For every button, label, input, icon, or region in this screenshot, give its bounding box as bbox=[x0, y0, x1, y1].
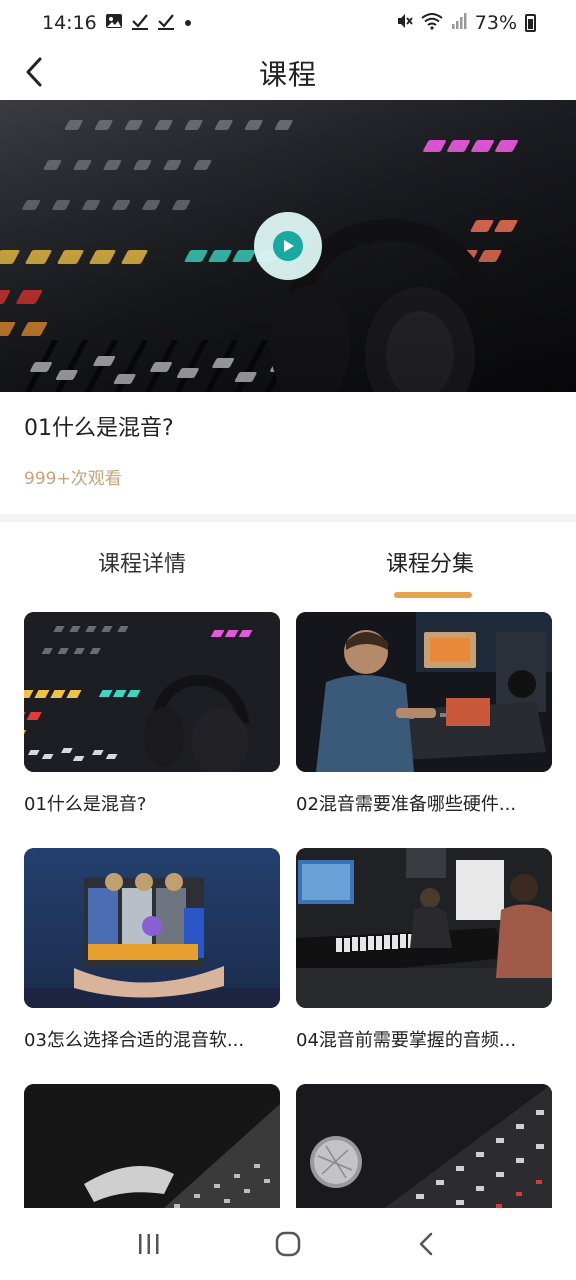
check-icon bbox=[131, 12, 149, 34]
episode-thumbnail bbox=[24, 612, 280, 772]
episode-title: 02混音需要准备哪些硬件... bbox=[296, 794, 517, 815]
home-button[interactable] bbox=[258, 1214, 318, 1274]
image-icon bbox=[105, 12, 123, 34]
home-icon bbox=[275, 1231, 301, 1257]
chevron-left-icon bbox=[26, 57, 42, 87]
play-button[interactable] bbox=[254, 212, 322, 280]
mute-icon bbox=[395, 12, 413, 34]
episode-card[interactable]: 03怎么选择合适的混音软... bbox=[24, 848, 280, 1052]
nav-back-button[interactable] bbox=[397, 1214, 457, 1274]
dot-icon bbox=[184, 20, 191, 26]
video-title: 01什么是混音? bbox=[24, 416, 174, 441]
episode-thumbnail bbox=[24, 848, 280, 1008]
episode-card[interactable]: 02混音需要准备哪些硬件... bbox=[296, 612, 552, 816]
tab-course-details[interactable]: 课程详情 bbox=[98, 546, 186, 578]
check-icon bbox=[157, 12, 175, 34]
wifi-icon bbox=[421, 12, 443, 34]
tab-course-episodes[interactable]: 课程分集 bbox=[386, 546, 474, 578]
status-bar: 14:16 73% bbox=[0, 0, 576, 46]
course-tabs: 课程详情 课程分集 bbox=[0, 540, 576, 600]
battery-percent: 73% bbox=[474, 12, 517, 34]
episode-title: 03怎么选择合适的混音软... bbox=[24, 1030, 245, 1051]
status-time: 14:16 bbox=[42, 12, 97, 34]
status-right: 73% bbox=[395, 12, 536, 34]
recents-button[interactable] bbox=[119, 1214, 179, 1274]
page-title: 课程 bbox=[258, 58, 317, 91]
view-count: 999+次观看 bbox=[24, 469, 122, 489]
play-icon bbox=[273, 231, 303, 261]
section-divider bbox=[0, 514, 576, 522]
active-tab-indicator bbox=[394, 592, 472, 598]
video-player[interactable] bbox=[0, 100, 576, 392]
back-icon bbox=[419, 1232, 432, 1256]
episode-card[interactable]: 04混音前需要掌握的音频... bbox=[296, 848, 552, 1052]
system-nav-bar bbox=[0, 1208, 576, 1280]
episode-title: 01什么是混音? bbox=[24, 794, 147, 815]
top-app-bar: 课程 bbox=[0, 46, 576, 100]
recents-icon bbox=[139, 1234, 159, 1254]
battery-icon bbox=[525, 14, 536, 32]
back-button[interactable] bbox=[14, 52, 54, 92]
episode-card[interactable]: 01什么是混音? bbox=[24, 612, 280, 816]
signal-icon bbox=[451, 12, 467, 34]
episode-title: 04混音前需要掌握的音频... bbox=[296, 1030, 517, 1051]
episode-thumbnail bbox=[296, 612, 552, 772]
episode-thumbnail bbox=[296, 848, 552, 1008]
status-left: 14:16 bbox=[42, 12, 191, 34]
